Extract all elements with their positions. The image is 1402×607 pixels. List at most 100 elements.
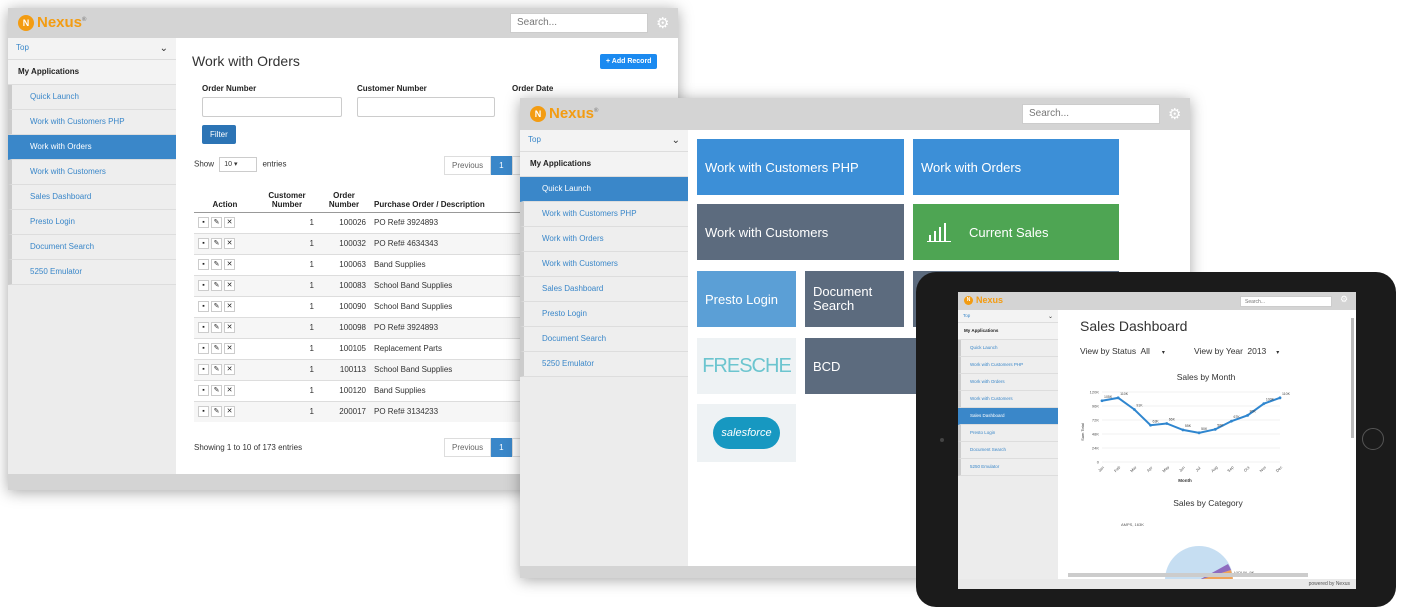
- previous-button[interactable]: Previous: [444, 438, 492, 457]
- sidebar-item-customers[interactable]: Work with Customers: [958, 391, 1058, 408]
- edit-icon[interactable]: ✎: [211, 343, 222, 354]
- edit-icon[interactable]: ✎: [211, 238, 222, 249]
- edit-icon[interactable]: ✎: [211, 301, 222, 312]
- sidebar-item-customers-php[interactable]: Work with Customers PHP: [520, 202, 688, 227]
- edit-icon[interactable]: ✎: [211, 385, 222, 396]
- view-icon[interactable]: ▪: [198, 406, 209, 418]
- column-description[interactable]: Purchase Order / Description: [370, 182, 524, 213]
- tile-document-search[interactable]: Document Search: [805, 271, 904, 327]
- delete-icon[interactable]: ✕: [224, 217, 235, 228]
- table-row[interactable]: ▪ ✎ ✕ 1 200017 PO Ref# 3134233: [194, 400, 524, 422]
- sidebar-item-quick-launch[interactable]: Quick Launch: [958, 340, 1058, 357]
- nexus-logo[interactable]: N Nexus®: [18, 14, 86, 31]
- edit-icon[interactable]: ✎: [211, 280, 222, 291]
- gear-icon[interactable]: ⚙: [1168, 105, 1181, 123]
- view-icon[interactable]: ▪: [198, 259, 209, 270]
- sidebar-item-customers-php[interactable]: Work with Customers PHP: [958, 357, 1058, 374]
- sidebar-item-quick-launch[interactable]: Quick Launch: [8, 85, 176, 110]
- search-input[interactable]: Search...: [1022, 104, 1160, 124]
- view-icon[interactable]: ▪: [198, 364, 209, 375]
- edit-icon[interactable]: ✎: [211, 364, 222, 375]
- sidebar-item-sales-dashboard[interactable]: Sales Dashboard: [958, 408, 1058, 425]
- delete-icon[interactable]: ✕: [224, 343, 235, 354]
- sidebar-item-customers[interactable]: Work with Customers: [520, 252, 688, 277]
- sidebar-item-presto-login[interactable]: Presto Login: [958, 425, 1058, 442]
- customer-number-input[interactable]: [357, 97, 495, 117]
- horizontal-scrollbar[interactable]: [1068, 573, 1308, 577]
- tile-bcd[interactable]: BCD: [805, 338, 925, 394]
- sidebar-top[interactable]: Top ⌄: [958, 310, 1058, 323]
- view-icon[interactable]: ▪: [198, 301, 209, 312]
- gear-icon[interactable]: ⚙: [656, 14, 669, 32]
- sidebar-item-document-search[interactable]: Document Search: [8, 235, 176, 260]
- delete-icon[interactable]: ✕: [224, 301, 235, 312]
- view-icon[interactable]: ▪: [198, 238, 209, 249]
- nexus-logo[interactable]: N Nexus®: [530, 105, 598, 122]
- delete-icon[interactable]: ✕: [224, 364, 235, 375]
- edit-icon[interactable]: ✎: [211, 259, 222, 270]
- tile-customers[interactable]: Work with Customers: [697, 204, 904, 260]
- sidebar-item-5250-emulator[interactable]: 5250 Emulator: [958, 459, 1058, 476]
- edit-icon[interactable]: ✎: [211, 217, 222, 228]
- edit-icon[interactable]: ✎: [211, 406, 222, 418]
- sidebar-item-presto-login[interactable]: Presto Login: [520, 302, 688, 327]
- sidebar-item-sales-dashboard[interactable]: Sales Dashboard: [520, 277, 688, 302]
- gear-icon[interactable]: ⚙: [1340, 294, 1348, 305]
- delete-icon[interactable]: ✕: [224, 238, 235, 249]
- status-select[interactable]: All ▾: [1140, 346, 1164, 356]
- tile-customers-php[interactable]: Work with Customers PHP: [697, 139, 904, 195]
- column-customer-number[interactable]: Customer Number: [256, 182, 318, 213]
- view-icon[interactable]: ▪: [198, 322, 209, 333]
- table-row[interactable]: ▪ ✎ ✕ 1 100090 School Band Supplies: [194, 295, 524, 317]
- page-1-button[interactable]: 1: [491, 156, 512, 175]
- column-action[interactable]: Action: [194, 182, 256, 213]
- sidebar-item-quick-launch[interactable]: Quick Launch: [520, 177, 688, 202]
- tile-presto-login[interactable]: Presto Login: [697, 271, 796, 327]
- sidebar-top[interactable]: Top ⌄: [520, 130, 688, 152]
- page-1-button[interactable]: 1: [491, 438, 512, 457]
- tile-salesforce[interactable]: salesforce: [697, 404, 796, 462]
- add-record-button[interactable]: + Add Record: [600, 54, 658, 69]
- nexus-logo[interactable]: N Nexus: [964, 295, 1003, 305]
- sidebar-item-presto-login[interactable]: Presto Login: [8, 210, 176, 235]
- sidebar-item-document-search[interactable]: Document Search: [520, 327, 688, 352]
- tile-current-sales[interactable]: Current Sales: [913, 204, 1119, 260]
- table-row[interactable]: ▪ ✎ ✕ 1 100105 Replacement Parts: [194, 337, 524, 359]
- year-select[interactable]: 2013 ▾: [1247, 346, 1279, 356]
- sidebar-item-orders[interactable]: Work with Orders: [958, 374, 1058, 391]
- column-order-number[interactable]: Order Number: [318, 182, 370, 213]
- sidebar-item-customers[interactable]: Work with Customers: [8, 160, 176, 185]
- order-number-input[interactable]: [202, 97, 342, 117]
- tile-fresche[interactable]: FRESCHE: [697, 338, 796, 394]
- table-row[interactable]: ▪ ✎ ✕ 1 100063 Band Supplies: [194, 253, 524, 275]
- previous-button[interactable]: Previous: [444, 156, 492, 175]
- table-row[interactable]: ▪ ✎ ✕ 1 100026 PO Ref# 3924893: [194, 211, 524, 233]
- delete-icon[interactable]: ✕: [224, 385, 235, 396]
- sidebar-item-5250-emulator[interactable]: 5250 Emulator: [8, 260, 176, 285]
- edit-icon[interactable]: ✎: [211, 322, 222, 333]
- view-icon[interactable]: ▪: [198, 343, 209, 354]
- view-icon[interactable]: ▪: [198, 385, 209, 396]
- sidebar-item-orders[interactable]: Work with Orders: [520, 227, 688, 252]
- table-row[interactable]: ▪ ✎ ✕ 1 100032 PO Ref# 4634343: [194, 232, 524, 254]
- table-row[interactable]: ▪ ✎ ✕ 1 100120 Band Supplies: [194, 379, 524, 401]
- entries-select[interactable]: 10 ▾: [219, 157, 258, 172]
- sidebar-item-document-search[interactable]: Document Search: [958, 442, 1058, 459]
- table-row[interactable]: ▪ ✎ ✕ 1 100098 PO Ref# 3924893: [194, 316, 524, 338]
- search-input[interactable]: Search...: [1240, 296, 1332, 307]
- tile-orders[interactable]: Work with Orders: [913, 139, 1119, 195]
- sidebar-item-5250-emulator[interactable]: 5250 Emulator: [520, 352, 688, 377]
- delete-icon[interactable]: ✕: [224, 280, 235, 291]
- sidebar-top[interactable]: Top ⌄: [8, 38, 176, 60]
- view-icon[interactable]: ▪: [198, 280, 209, 291]
- delete-icon[interactable]: ✕: [224, 406, 235, 418]
- sidebar-item-sales-dashboard[interactable]: Sales Dashboard: [8, 185, 176, 210]
- delete-icon[interactable]: ✕: [224, 259, 235, 270]
- sidebar-item-orders[interactable]: Work with Orders: [8, 135, 176, 160]
- view-icon[interactable]: ▪: [198, 217, 209, 228]
- search-input[interactable]: Search...: [510, 13, 648, 33]
- sidebar-item-customers-php[interactable]: Work with Customers PHP: [8, 110, 176, 135]
- filter-button[interactable]: Filter: [202, 125, 236, 144]
- home-button[interactable]: [1362, 428, 1384, 450]
- delete-icon[interactable]: ✕: [224, 322, 235, 333]
